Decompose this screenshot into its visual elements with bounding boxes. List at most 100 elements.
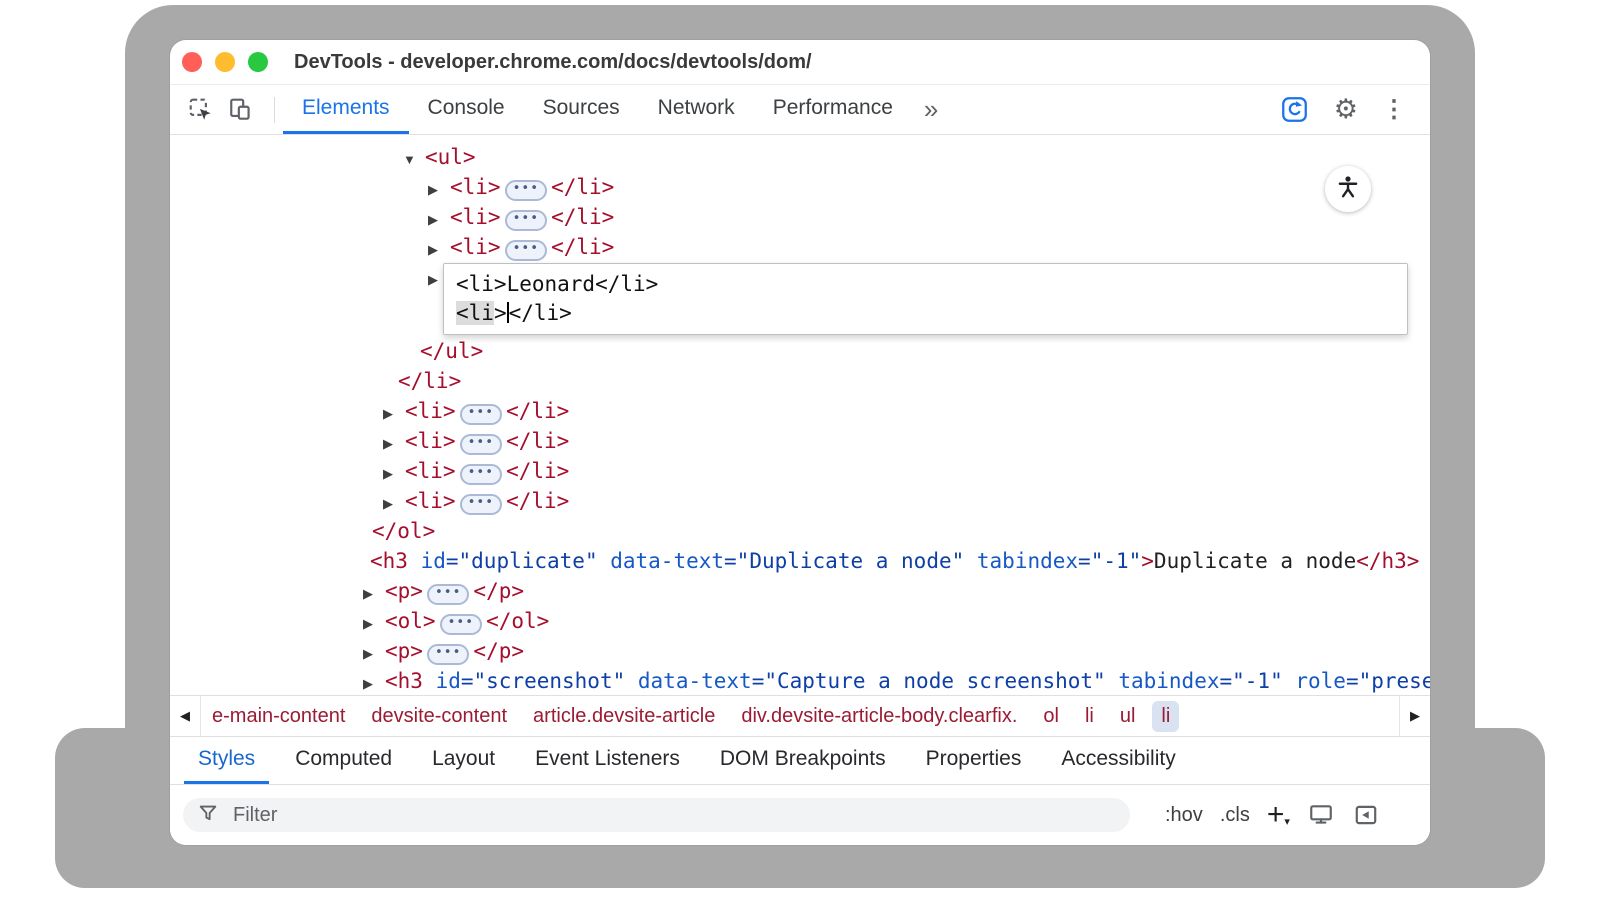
panel-tab-computed[interactable]: Computed [281,737,406,784]
dom-tree-row[interactable]: ▶<li>•••</li> [170,202,1430,232]
triangle-right-icon[interactable]: ▶ [383,399,405,429]
expand-ellipsis-button[interactable]: ••• [427,644,469,665]
expand-ellipsis-button[interactable]: ••• [440,614,482,635]
devtools-window: DevTools - developer.chrome.com/docs/dev… [170,40,1430,845]
tab-console[interactable]: Console [409,85,524,134]
dom-tree-row[interactable]: ▶<h3 id="screenshot" data-text="Capture … [170,666,1430,695]
toolbar-divider [274,97,275,123]
pseudo-state-toggle[interactable]: :hov [1165,804,1203,827]
triangle-right-icon[interactable]: ▶ [383,489,405,519]
dom-tree-row[interactable]: ▶<li>•••</li> [170,396,1430,426]
tab-elements[interactable]: Elements [283,85,409,134]
triangle-right-icon[interactable]: ▶ [363,669,385,695]
triangle-right-icon[interactable]: ▶ [383,459,405,489]
class-toggle[interactable]: .cls [1220,804,1250,827]
expand-ellipsis-button[interactable]: ••• [460,404,502,425]
window-title: DevTools - developer.chrome.com/docs/dev… [294,51,812,74]
expand-ellipsis-button[interactable]: ••• [427,584,469,605]
filter-field[interactable] [183,798,1130,832]
tag-token: </h3> [1356,549,1419,573]
triangle-right-icon[interactable]: ▶ [383,429,405,459]
traffic-lights [182,52,268,72]
dom-tree-row[interactable]: </li> [170,366,1430,396]
tag-token: <h3 [385,669,423,693]
breadcrumb-next-button[interactable]: ▶ [1399,696,1430,736]
breadcrumb-prev-button[interactable]: ◀ [170,696,201,736]
filter-input[interactable] [231,803,1116,828]
breadcrumb-item[interactable]: div.devsite-article-body.clearfix. [732,701,1026,732]
breadcrumb-item[interactable]: e-main-content [203,701,354,732]
dom-tree-row[interactable]: <h3 id="duplicate" data-text="Duplicate … [170,546,1430,576]
tab-sources[interactable]: Sources [524,85,639,134]
expand-ellipsis-button[interactable]: ••• [460,464,502,485]
tab-performance[interactable]: Performance [754,85,912,134]
dom-tree-row[interactable]: ▶<li>•••</li> [170,456,1430,486]
dom-tree-row[interactable]: ▶<p>•••</p> [170,636,1430,666]
more-tabs-icon[interactable]: » [912,85,950,134]
breadcrumb: ◀ e-main-content devsite-content article.d… [170,695,1430,737]
styles-pane-tabs: Styles Computed Layout Event Listeners DOM B… [170,737,1430,785]
tag-token: <ol> [385,609,436,633]
dom-tree-row[interactable]: </ul> [170,336,1430,366]
tag-token: <li> [405,399,456,423]
edit-line: <li></li> [456,299,1395,328]
attribute-token: id="screenshot" [423,669,625,693]
breadcrumb-item[interactable]: ol [1034,701,1068,732]
tag-token: </ol> [372,519,435,543]
dom-tree-row[interactable]: ▶<li>Leonard</li><li></li> [170,262,1430,336]
device-toolbar-icon[interactable] [226,95,256,125]
dom-tree-row[interactable]: </ol> [170,516,1430,546]
toolbar-right-icons: ⚙ ⋮ [1280,85,1430,134]
dom-tree-row[interactable]: ▼<ul> [170,142,1430,172]
triangle-right-icon[interactable]: ▶ [428,205,450,235]
panel-tab-accessibility[interactable]: Accessibility [1047,737,1189,784]
tag-token: <ul> [425,145,476,169]
triangle-down-icon[interactable]: ▼ [403,145,425,175]
expand-ellipsis-button[interactable]: ••• [505,180,547,201]
panel-tab-event-listeners[interactable]: Event Listeners [521,737,694,784]
expand-ellipsis-button[interactable]: ••• [505,240,547,261]
panel-tab-layout[interactable]: Layout [418,737,509,784]
dom-tree-row[interactable]: ▶<li>•••</li> [170,232,1430,262]
panel-tab-styles[interactable]: Styles [184,737,269,784]
dock-panel-icon[interactable] [1352,801,1380,829]
tag-token: <li> [405,459,456,483]
breadcrumb-item[interactable]: article.devsite-article [524,701,724,732]
breadcrumb-item[interactable]: ul [1111,701,1145,732]
inspect-cursor-icon[interactable] [186,95,216,125]
zoom-button[interactable] [248,52,268,72]
breadcrumb-item[interactable]: li [1076,701,1103,732]
circular-arrow-icon[interactable] [1280,95,1310,125]
dom-tree-row[interactable]: ▶<li>•••</li> [170,426,1430,456]
panel-tab-dom-breakpoints[interactable]: DOM Breakpoints [706,737,900,784]
text-token: Duplicate a node [1154,549,1356,573]
dom-tree-row[interactable]: ▶<li>•••</li> [170,486,1430,516]
tag-token: <li> [405,429,456,453]
breadcrumb-item[interactable]: devsite-content [362,701,516,732]
triangle-right-icon[interactable]: ▶ [363,609,385,639]
breadcrumb-item[interactable]: li [1152,701,1179,732]
attribute-token: tabindex="-1" [1106,669,1283,693]
inline-edit-box[interactable]: <li>Leonard</li><li></li> [443,263,1408,335]
expand-ellipsis-button[interactable]: ••• [460,434,502,455]
dom-tree-row[interactable]: ▶<ol>•••</ol> [170,606,1430,636]
settings-gear-icon[interactable]: ⚙ [1334,96,1358,123]
expand-ellipsis-button[interactable]: ••• [460,494,502,515]
monitor-icon[interactable] [1307,801,1335,829]
styles-filter-bar: :hov .cls +▾ [170,785,1430,845]
close-button[interactable] [182,52,202,72]
new-style-rule-button[interactable]: +▾ [1267,800,1290,830]
triangle-right-icon[interactable]: ▶ [428,175,450,205]
accessibility-button[interactable] [1325,166,1371,212]
minimize-button[interactable] [215,52,235,72]
triangle-right-icon[interactable]: ▶ [363,579,385,609]
dom-tree-row[interactable]: ▶<p>•••</p> [170,576,1430,606]
panel-tab-properties[interactable]: Properties [912,737,1036,784]
expand-ellipsis-button[interactable]: ••• [505,210,547,231]
tag-token: <li> [405,489,456,513]
dom-tree-row[interactable]: ▶<li>•••</li> [170,172,1430,202]
kebab-menu-icon[interactable]: ⋮ [1382,98,1406,122]
triangle-right-icon[interactable]: ▶ [428,235,450,265]
tab-network[interactable]: Network [639,85,754,134]
triangle-right-icon[interactable]: ▶ [363,639,385,669]
